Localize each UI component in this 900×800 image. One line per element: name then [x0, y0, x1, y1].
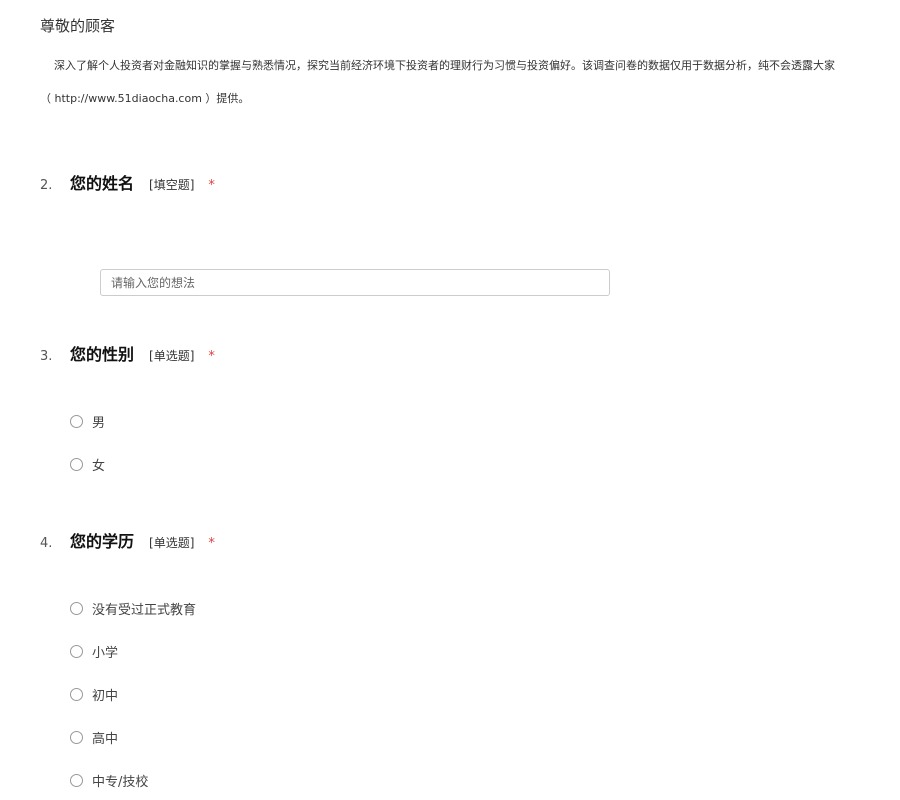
radio-circle-icon[interactable] [70, 731, 83, 744]
required-marker: * [208, 349, 215, 364]
required-marker: * [208, 178, 215, 193]
option-label: 男 [92, 416, 106, 431]
option-label: 没有受过正式教育 [92, 603, 197, 618]
question-title: 您的学历 [70, 532, 135, 551]
education-option-junior-high[interactable]: 初中 [70, 685, 118, 704]
radio-circle-icon[interactable] [70, 415, 83, 428]
radio-circle-icon[interactable] [70, 645, 83, 658]
option-label: 小学 [92, 646, 119, 661]
required-marker: * [208, 536, 215, 551]
intro-source-text: （ http://www.51diaocha.com ）提供。 [40, 92, 250, 105]
option-label: 高中 [92, 732, 119, 747]
gender-option-male[interactable]: 男 [70, 412, 105, 431]
question-education: 4. 您的学历 [单选题] * [40, 528, 215, 552]
question-number: 3. [40, 349, 53, 364]
question-type-badge: [填空题] [149, 178, 195, 192]
option-label: 初中 [92, 689, 119, 704]
question-name: 2. 您的姓名 [填空题] * [40, 170, 215, 194]
question-number: 2. [40, 178, 53, 193]
option-label: 中专/技校 [92, 775, 149, 790]
question-title: 您的姓名 [70, 174, 135, 193]
intro-text: 深入了解个人投资者对金融知识的掌握与熟悉情况，探究当前经济环境下投资者的理财行为… [54, 59, 835, 72]
question-type-badge: [单选题] [149, 349, 195, 363]
education-option-high-school[interactable]: 高中 [70, 728, 118, 747]
education-option-primary[interactable]: 小学 [70, 642, 118, 661]
radio-circle-icon[interactable] [70, 774, 83, 787]
education-option-none[interactable]: 没有受过正式教育 [70, 599, 196, 618]
name-input[interactable] [100, 269, 610, 296]
question-type-badge: [单选题] [149, 536, 195, 550]
greeting-title: 尊敬的顾客 [40, 17, 116, 35]
question-number: 4. [40, 536, 53, 551]
survey-page: 尊敬的顾客 深入了解个人投资者对金融知识的掌握与熟悉情况，探究当前经济环境下投资… [0, 0, 900, 800]
option-label: 女 [92, 459, 106, 474]
radio-circle-icon[interactable] [70, 688, 83, 701]
radio-circle-icon[interactable] [70, 602, 83, 615]
radio-circle-icon[interactable] [70, 458, 83, 471]
education-option-vocational[interactable]: 中专/技校 [70, 771, 148, 790]
gender-option-female[interactable]: 女 [70, 455, 105, 474]
question-gender: 3. 您的性别 [单选题] * [40, 341, 215, 365]
question-title: 您的性别 [70, 345, 135, 364]
